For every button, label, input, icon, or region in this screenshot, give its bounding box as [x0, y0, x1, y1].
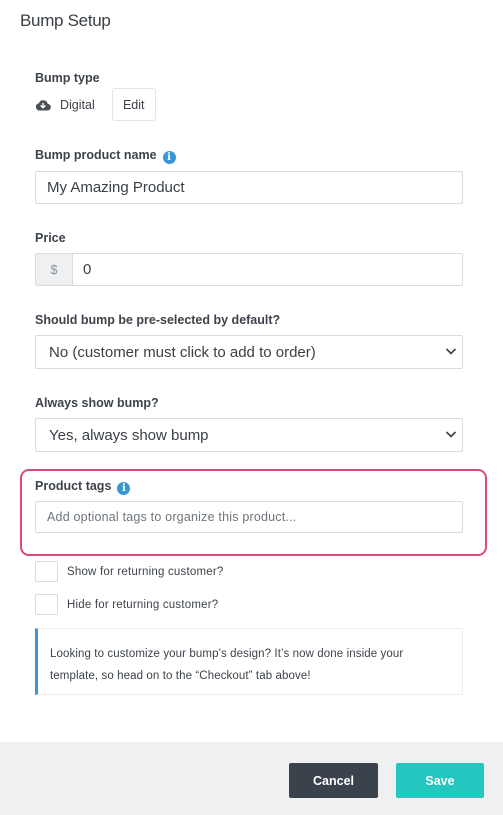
preselected-value: No (customer must click to add to order): [49, 343, 316, 361]
cloud-download-icon: [35, 99, 51, 111]
info-icon[interactable]: i: [162, 151, 176, 164]
product-tags-label-row: Product tags i: [35, 479, 131, 495]
show-returning-label[interactable]: Show for returning customer?: [67, 566, 223, 578]
hide-returning-checkbox[interactable]: [35, 594, 58, 615]
hide-returning-label[interactable]: Hide for returning customer?: [67, 599, 218, 611]
design-notice: Looking to customize your bump’s design?…: [35, 628, 463, 695]
hide-returning-row[interactable]: Hide for returning customer?: [35, 594, 218, 615]
price-label: Price: [35, 231, 66, 245]
bump-type-label: Bump type: [35, 71, 100, 85]
preselected-select[interactable]: No (customer must click to add to order): [35, 335, 463, 369]
show-returning-row[interactable]: Show for returning customer?: [35, 561, 223, 582]
price-input[interactable]: 0: [73, 254, 462, 285]
chevron-down-icon: [445, 431, 457, 438]
currency-addon: $: [36, 254, 73, 285]
product-name-label-row: Bump product name i: [35, 148, 176, 164]
chevron-down-icon: [445, 348, 457, 355]
product-name-input[interactable]: My Amazing Product: [35, 171, 463, 204]
product-tags-label: Product tags: [35, 479, 112, 493]
page-title: Bump Setup: [20, 11, 111, 30]
edit-bump-type-button[interactable]: Edit: [111, 88, 156, 121]
save-button[interactable]: Save: [396, 763, 484, 798]
product-name-label: Bump product name: [35, 148, 157, 162]
preselected-label: Should bump be pre-selected by default?: [35, 313, 281, 327]
cancel-button[interactable]: Cancel: [289, 763, 378, 798]
bump-type-value: Digital: [60, 97, 95, 112]
product-tags-input[interactable]: Add optional tags to organize this produ…: [35, 501, 463, 533]
price-input-group: $ 0: [35, 253, 463, 286]
info-icon[interactable]: i: [117, 482, 131, 495]
always-show-label: Always show bump?: [35, 396, 159, 410]
bump-type-row: Digital Edit: [35, 88, 156, 121]
always-show-value: Yes, always show bump: [49, 426, 209, 444]
always-show-select[interactable]: Yes, always show bump: [35, 418, 463, 452]
show-returning-checkbox[interactable]: [35, 561, 58, 582]
